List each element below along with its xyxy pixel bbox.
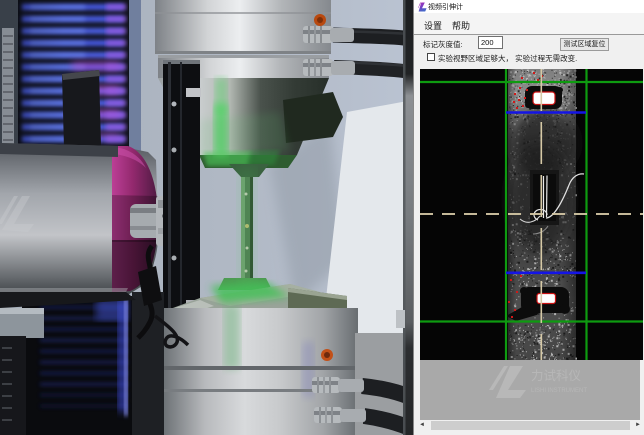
svg-text:力试科仪: 力试科仪 (531, 368, 582, 383)
svg-text:LISHI INSTRUMENT: LISHI INSTRUMENT (531, 388, 587, 394)
